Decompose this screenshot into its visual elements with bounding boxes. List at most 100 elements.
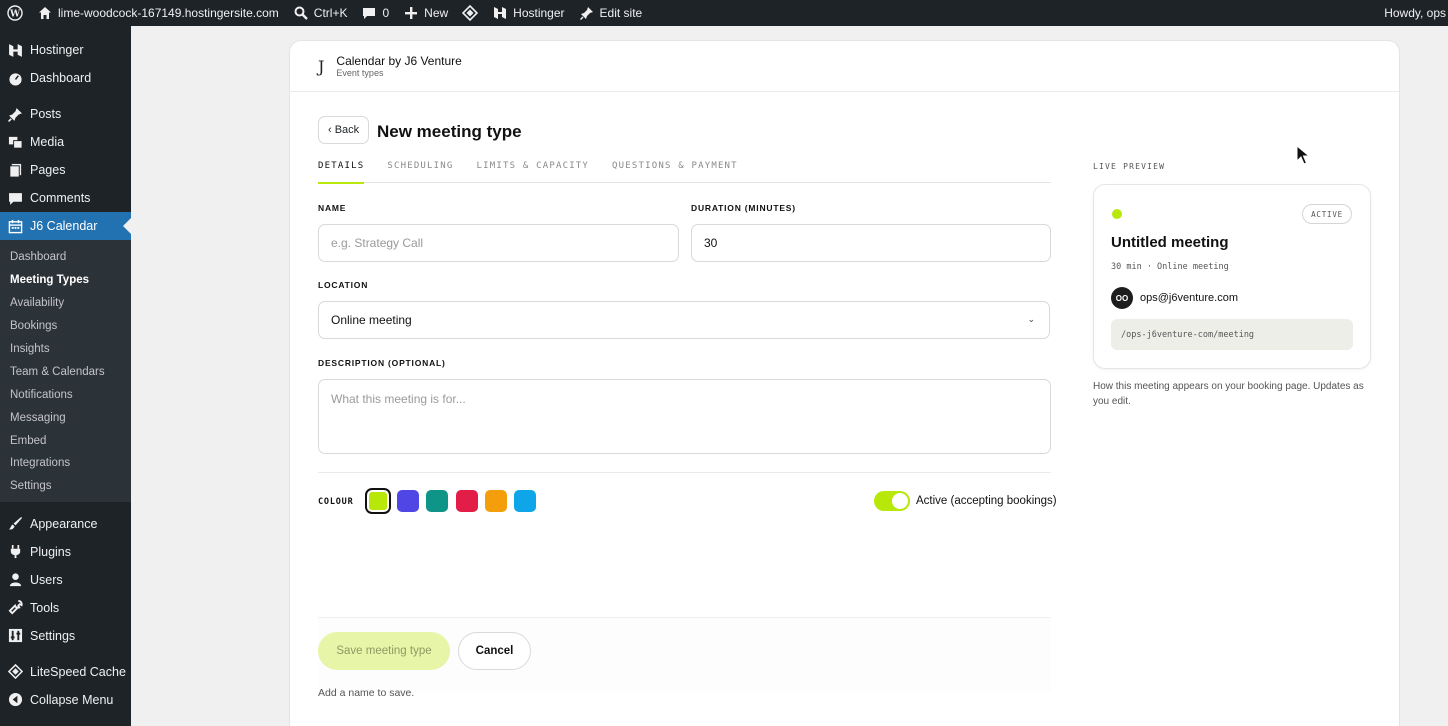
colour-swatch-orange[interactable] [485,490,507,512]
site-name: lime-woodcock-167149.hostingersite.com [58,6,279,20]
sidebar-item-label: Hostinger [30,43,84,57]
sidebar-item-label: J6 Calendar [30,219,98,233]
hostinger-link[interactable]: Hostinger [485,0,571,26]
new-content-button[interactable]: New [396,0,455,26]
save-hint: Add a name to save. [318,687,415,699]
colour-swatch-blue[interactable] [514,490,536,512]
submenu-notifications[interactable]: Notifications [0,383,131,406]
location-value: Online meeting [331,313,412,327]
sidebar-item-plugins[interactable]: Plugins [0,538,131,566]
sidebar-item-comments[interactable]: Comments [0,184,131,212]
admin-bar: W lime-woodcock-167149.hostingersite.com… [0,0,1448,26]
sidebar-item-label: Posts [30,107,62,121]
form-tabs: DETAILS SCHEDULING LIMITS & CAPACITY QUE… [318,159,1051,184]
location-select[interactable]: Online meeting ⌄ [318,301,1050,339]
j6-logo: J [318,56,325,76]
colour-swatch-lime[interactable] [365,488,391,514]
back-button[interactable]: ‹ Back [318,116,370,144]
description-textarea[interactable]: What this meeting is for... [318,379,1051,454]
tab-questions-payment[interactable]: QUESTIONS & PAYMENT [612,159,738,183]
search-shortcut-button[interactable]: Ctrl+K [286,0,355,26]
location-label: LOCATION [318,280,369,290]
search-shortcut-label: Ctrl+K [313,6,348,20]
submenu-availability[interactable]: Availability [0,292,131,315]
submenu-meeting-types[interactable]: Meeting Types [0,269,131,292]
sidebar-item-label: LiteSpeed Cache [30,664,126,679]
sidebar-item-label: Users [30,572,63,587]
litespeed-button[interactable] [455,0,485,26]
sidebar-item-users[interactable]: Users [0,566,131,594]
home-icon [37,5,53,21]
colour-swatch-indigo[interactable] [397,490,419,512]
sidebar-item-litespeed-cache[interactable]: LiteSpeed Cache [0,658,131,686]
edit-site-label: Edit site [599,6,643,20]
paintbrush-icon [7,516,23,532]
sidebar-item-hostinger[interactable]: Hostinger [0,36,131,64]
site-name-link[interactable]: lime-woodcock-167149.hostingersite.com [30,0,286,26]
new-label: New [424,6,449,20]
comment-bubble-icon [7,190,23,206]
submenu-dashboard[interactable]: Dashboard [0,246,131,269]
media-icon [7,134,23,150]
sidebar-item-label: Dashboard [30,71,92,85]
sidebar-item-media[interactable]: Media [0,128,131,156]
hostinger-logo-icon [492,5,508,21]
mouse-cursor-icon [1296,144,1311,168]
toggle-knob [892,493,908,509]
save-button[interactable]: Save meeting type [318,632,450,670]
sidebar-item-dashboard[interactable]: Dashboard [0,64,131,92]
plug-icon [7,544,23,560]
litespeed-diamond-icon [7,664,23,680]
sidebar-item-label: Comments [30,191,91,205]
howdy-label: Howdy, ops [1384,6,1446,20]
edit-site-link[interactable]: Edit site [572,0,650,26]
colour-swatch-teal[interactable] [426,490,448,512]
comments-link[interactable]: 0 [354,0,396,26]
sidebar-item-label: Tools [30,600,60,615]
submenu-bookings[interactable]: Bookings [0,315,131,338]
submenu-messaging[interactable]: Messaging [0,406,131,429]
dashboard-gauge-icon [7,70,23,86]
comment-bubble-icon [361,5,377,21]
sidebar-item-label: Media [30,135,65,149]
colour-swatch-red[interactable] [456,490,478,512]
cancel-button[interactable]: Cancel [458,632,531,670]
page-title: New meeting type [377,122,522,141]
wordpress-logo-button[interactable]: W [0,0,30,26]
plugin-subtitle: Event types [336,68,384,78]
status-badge: ACTIVE [1302,204,1352,224]
account-menu[interactable]: Howdy, ops [1377,0,1448,26]
submenu-team-calendars[interactable]: Team & Calendars [0,360,131,383]
tab-limits-capacity[interactable]: LIMITS & CAPACITY [477,159,590,183]
name-label: NAME [318,203,347,213]
collapse-menu-button[interactable]: Collapse Menu [0,686,131,714]
colour-label: COLOUR [318,497,354,507]
active-toggle[interactable] [874,491,910,511]
litespeed-diamond-icon [462,5,479,21]
sidebar-item-j6-calendar[interactable]: J6 Calendar [0,212,131,240]
sidebar-item-label: Appearance [30,516,98,531]
name-input[interactable]: e.g. Strategy Call [318,224,679,262]
submenu-settings[interactable]: Settings [0,475,131,498]
avatar: OO [1111,287,1133,309]
duration-input[interactable]: 30 [691,224,1051,262]
sidebar-item-tools[interactable]: Tools [0,594,131,622]
tab-scheduling[interactable]: SCHEDULING [387,159,453,183]
sidebar-item-posts[interactable]: Posts [0,100,131,128]
duration-label: DURATION (MINUTES) [691,203,796,213]
submenu-integrations[interactable]: Integrations [0,452,131,475]
divider [318,472,1051,473]
calendar-panel: J Calendar by J6 Venture Event types ‹ B… [289,40,1400,726]
submenu-embed[interactable]: Embed [0,429,131,452]
svg-text:W: W [9,10,21,20]
user-icon [7,572,23,588]
description-label: DESCRIPTION (OPTIONAL) [318,358,446,368]
tab-details[interactable]: DETAILS [318,159,365,184]
sidebar-item-pages[interactable]: Pages [0,156,131,184]
sidebar-item-label: Settings [30,628,76,643]
submenu-insights[interactable]: Insights [0,338,131,361]
hostinger-label: Hostinger [513,6,565,20]
live-preview-label: LIVE PREVIEW [1093,162,1166,171]
sidebar-item-appearance[interactable]: Appearance [0,510,131,538]
sidebar-item-settings[interactable]: Settings [0,622,131,650]
